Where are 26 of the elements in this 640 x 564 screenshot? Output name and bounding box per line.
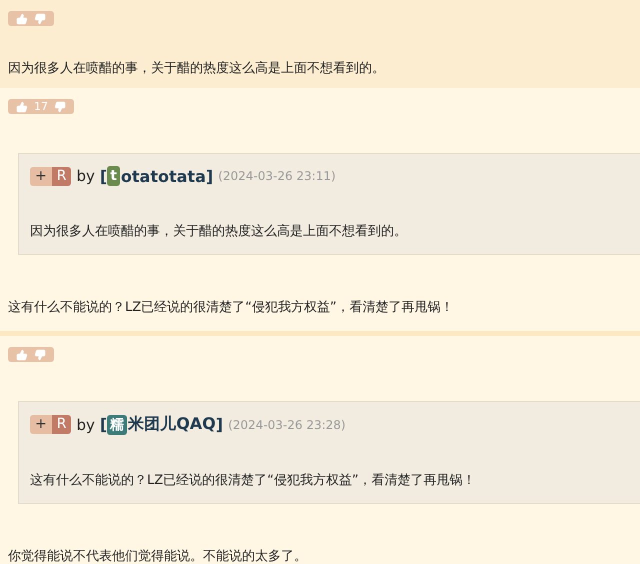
plus-badge[interactable]: +: [30, 166, 52, 186]
bracket: [: [100, 166, 108, 186]
thumbs-up-button[interactable]: [16, 348, 28, 360]
username[interactable]: 米团儿QAQ: [128, 414, 216, 435]
comment-text: 这有什么不能说的？LZ已经说的很清楚了“侵犯我方权益”，看清楚了再甩锅！: [8, 299, 455, 317]
plus-badge[interactable]: +: [30, 415, 52, 434]
quote-text: 这有什么不能说的？LZ已经说的很清楚了“侵犯我方权益”，看清楚了再甩锅！: [30, 472, 477, 489]
quote-text: 因为很多人在喷醋的事，关于醋的热度这么高是上面不想看到的。: [30, 223, 408, 240]
bracket: ]: [216, 415, 224, 434]
thumbs-down-button[interactable]: [34, 12, 46, 24]
comment-text: 你觉得能说不代表他们觉得能说。不能说的太多了。: [8, 548, 308, 564]
by-label: by: [76, 416, 95, 434]
post-date: (2024-03-26 23:28): [228, 418, 346, 432]
bracket: [: [100, 415, 108, 434]
thumbs-down-button[interactable]: [54, 100, 66, 112]
user-avatar: t: [107, 166, 120, 186]
thumbs-up-button[interactable]: [16, 100, 28, 112]
post-date: (2024-03-26 23:11): [218, 169, 336, 183]
user-avatar: 糯: [107, 414, 128, 434]
username[interactable]: otatotata: [120, 166, 206, 186]
comment-text: 因为很多人在喷醋的事，关于醋的热度这么高是上面不想看到的。: [8, 60, 386, 78]
thumbs-down-button[interactable]: [34, 348, 46, 360]
by-label: by: [76, 167, 95, 185]
vote-count: 17: [34, 100, 48, 113]
thumbs-up-button[interactable]: [16, 12, 28, 24]
bracket: ]: [206, 166, 214, 186]
